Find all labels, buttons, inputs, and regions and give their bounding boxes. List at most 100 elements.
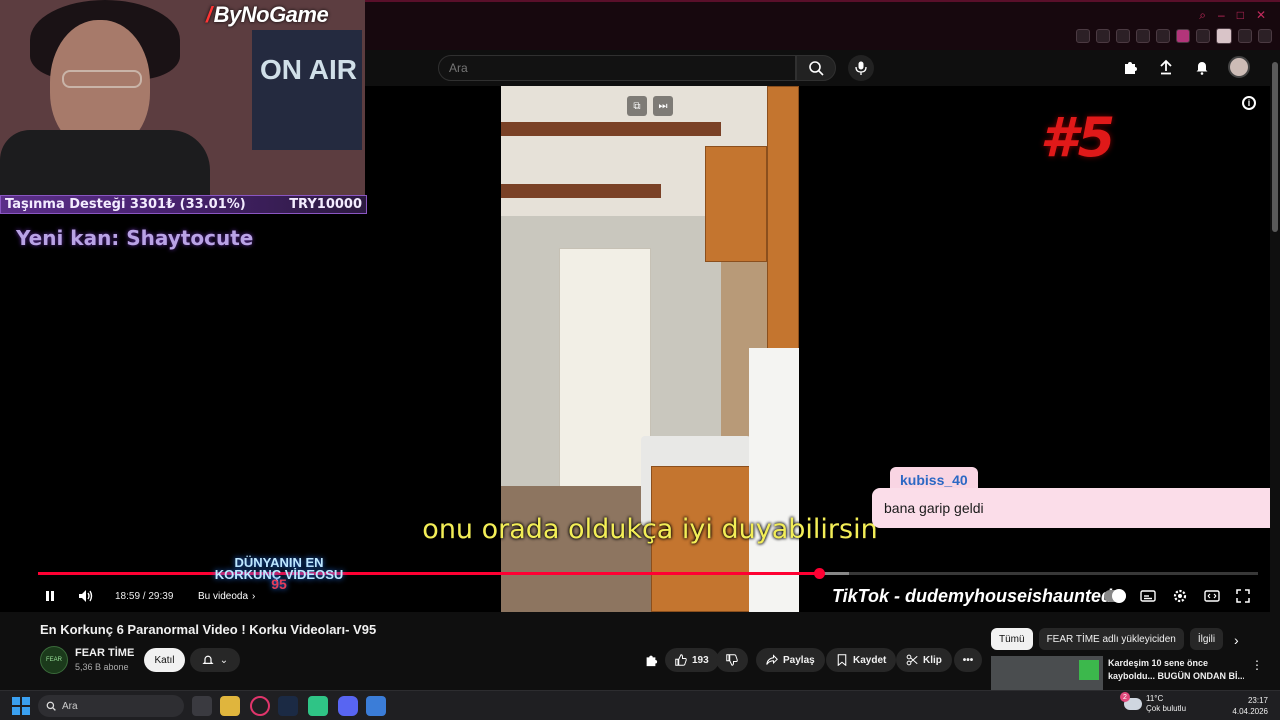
maximize-button[interactable]: □ [1237, 8, 1244, 23]
heart-icon[interactable] [1156, 29, 1170, 43]
chip-all[interactable]: Tümü [991, 628, 1033, 650]
extension-bar [1076, 28, 1272, 44]
chevron-down-icon: ⌄ [219, 654, 229, 666]
donation-label: Taşınma Desteği 3301₺ (33.01%) [5, 197, 246, 212]
save-button[interactable]: Kaydet [826, 648, 897, 672]
theater-mode-button[interactable] [1204, 584, 1220, 608]
chip-from-uploader[interactable]: FEAR TİME adlı yükleyiciden [1038, 628, 1184, 650]
fullscreen-button[interactable] [1236, 584, 1250, 608]
skip-icon[interactable]: ⏭ [653, 96, 673, 116]
save-label: Kaydet [853, 654, 887, 666]
clock-date: 4.04.2026 [1232, 707, 1268, 716]
taskbar-search[interactable]: Ara [38, 695, 184, 717]
fullscreen-icon [1236, 589, 1250, 603]
video-scene-beam [501, 122, 721, 136]
chevron-right-icon[interactable]: › [1234, 632, 1239, 648]
extension-puzzle-icon[interactable] [1120, 57, 1140, 77]
chip-related[interactable]: İlgili [1189, 628, 1224, 650]
puzzle-icon[interactable] [1196, 29, 1210, 43]
discord-icon[interactable] [338, 696, 358, 716]
bookmark-icon[interactable] [1096, 29, 1110, 43]
game-launcher-icon[interactable] [308, 696, 328, 716]
video-scene-door [559, 248, 651, 498]
thumbs-up-icon [675, 654, 687, 666]
gear-icon [1173, 589, 1187, 603]
recommended-video[interactable]: Kardeşim 10 sene önce kayboldu... BUGÜN … [991, 656, 1263, 690]
progress-scrubber[interactable] [813, 568, 825, 579]
puzzle-action-icon [646, 655, 658, 667]
brand-logo: /ByNoGame [206, 2, 329, 28]
scrollbar-thumb[interactable] [1272, 62, 1278, 232]
file-explorer-icon[interactable] [220, 696, 240, 716]
profile-icon[interactable] [1216, 28, 1232, 44]
recommended-title-line1[interactable]: Kardeşim 10 sene önce [1108, 658, 1248, 668]
video-info-section: En Korkunç 6 Paranormal Video ! Korku Vi… [0, 612, 1270, 690]
close-button[interactable]: ✕ [1256, 8, 1266, 23]
more-vertical-icon[interactable]: ⋮ [1251, 658, 1263, 672]
start-button[interactable] [12, 697, 30, 715]
like-button[interactable]: 193 [665, 648, 719, 672]
shield-icon[interactable] [1116, 29, 1130, 43]
network-app-icon[interactable] [366, 696, 386, 716]
clip-label: Klip [923, 654, 942, 666]
search-input[interactable] [439, 56, 795, 80]
thumbnail-decoration [1079, 660, 1099, 680]
share-button[interactable]: Paylaş [756, 648, 825, 672]
search-box [438, 55, 796, 81]
youtube-header [362, 50, 1280, 86]
upload-icon[interactable] [1156, 57, 1176, 77]
autoplay-toggle[interactable] [1104, 584, 1126, 608]
pause-button[interactable] [44, 584, 56, 608]
account-avatar[interactable] [1228, 56, 1250, 78]
download-icon[interactable] [1238, 29, 1252, 43]
opera-gx-icon[interactable] [250, 696, 270, 716]
system-clock[interactable]: 23:17 4.04.2026 [1232, 695, 1268, 717]
like-count: 193 [692, 654, 709, 666]
video-frame-controls: ⧉ ⏭ [627, 96, 673, 116]
channel-avatar[interactable]: FEAR [40, 646, 68, 674]
subscription-bell-button[interactable]: ⌄ [190, 648, 240, 672]
video-scene-cabinet [767, 86, 799, 352]
video-scene-beam [501, 184, 661, 198]
info-icon[interactable]: i [1242, 96, 1256, 110]
clock-time: 23:17 [1247, 696, 1268, 705]
menu-icon[interactable] [1258, 29, 1272, 43]
recommended-thumbnail[interactable] [991, 656, 1103, 690]
dislike-button[interactable] [716, 648, 748, 672]
microphone-icon [855, 61, 867, 75]
pip-icon[interactable]: ⧉ [627, 96, 647, 116]
channel-name[interactable]: FEAR TİME [75, 647, 134, 659]
recommendation-chips: Tümü FEAR TİME adlı yükleyiciden İlgili [991, 628, 1224, 650]
voice-search-button[interactable] [848, 55, 874, 81]
notification-bell-icon[interactable] [1192, 57, 1212, 77]
chapter-button[interactable]: Bu videoda › [198, 584, 255, 608]
task-view-icon[interactable] [192, 696, 212, 716]
donation-goal: TRY10000 [289, 197, 362, 212]
cloud-icon: 2 [1120, 692, 1142, 710]
play-icon[interactable] [1136, 29, 1150, 43]
extension-icon[interactable] [1176, 29, 1190, 43]
page-scrollbar[interactable] [1270, 50, 1280, 690]
volume-icon [79, 590, 93, 602]
search-tab-icon[interactable]: ⌕ [1199, 8, 1206, 23]
recommended-title-line2[interactable]: kayboldu... BUGÜN ONDAN Bİ... [1108, 671, 1244, 681]
weather-widget[interactable]: 2 11°C Çok bulutlu [1120, 692, 1187, 714]
volume-button[interactable] [78, 584, 94, 608]
player-controls: DÜNYANIN EN KORKUNÇ VİDEOSU 95 18:59 / 2… [0, 555, 1270, 612]
donation-goal-bar: Taşınma Desteği 3301₺ (33.01%) TRY10000 [0, 195, 367, 214]
subtitles-button[interactable] [1140, 584, 1156, 608]
search-button[interactable] [796, 55, 836, 81]
join-button[interactable]: Katıl [144, 648, 185, 672]
header-actions [1120, 56, 1250, 78]
pause-icon [46, 591, 54, 601]
steam-icon[interactable] [278, 696, 298, 716]
scissors-icon [906, 654, 918, 666]
settings-button[interactable] [1172, 584, 1188, 608]
weather-description: Çok bulutlu [1146, 704, 1187, 713]
more-actions-button[interactable]: ••• [954, 648, 982, 672]
extension-action-button[interactable] [640, 648, 662, 672]
minimize-button[interactable]: – [1218, 8, 1225, 23]
clip-button[interactable]: Klip [896, 648, 952, 672]
pin-icon[interactable] [1076, 29, 1090, 43]
brand-slash-icon: / [206, 2, 212, 27]
